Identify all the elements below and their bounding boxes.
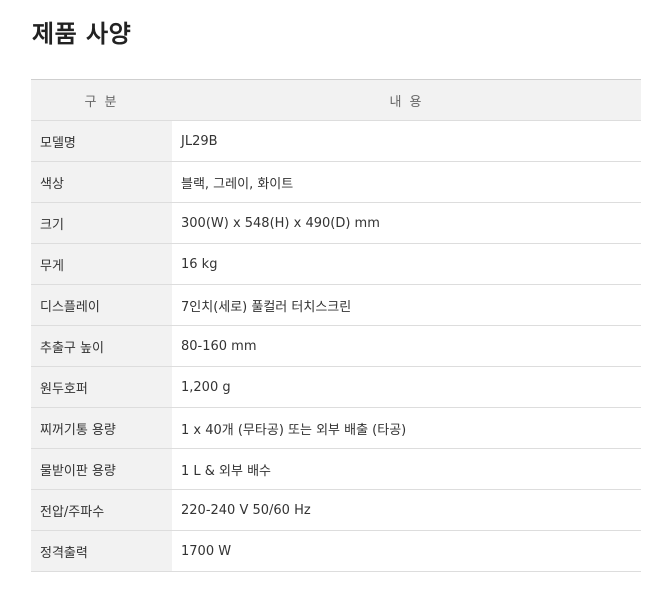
- row-value: 80-160 mm: [172, 325, 641, 367]
- table-row: 추출구 높이 80-160 mm: [31, 325, 641, 367]
- row-value: JL29B: [172, 120, 641, 162]
- table-row: 원두호퍼 1,200 g: [31, 366, 641, 408]
- row-label: 원두호퍼: [31, 366, 172, 408]
- row-value: 220-240 V 50/60 Hz: [172, 489, 641, 531]
- row-label: 색상: [31, 161, 172, 203]
- row-value: 블랙, 그레이, 화이트: [172, 161, 641, 203]
- row-value: 1 x 40개 (무타공) 또는 외부 배출 (타공): [172, 407, 641, 449]
- row-label: 물받이판 용량: [31, 448, 172, 490]
- row-value: 1 L & 외부 배수: [172, 448, 641, 490]
- table-row: 모델명 JL29B: [31, 120, 641, 162]
- row-value: 300(W) x 548(H) x 490(D) mm: [172, 202, 641, 244]
- page-title: 제품 사양: [32, 20, 132, 48]
- row-value: 16 kg: [172, 243, 641, 285]
- row-value: 1,200 g: [172, 366, 641, 408]
- table-row: 찌꺼기통 용량 1 x 40개 (무타공) 또는 외부 배출 (타공): [31, 407, 641, 449]
- table-row: 전압/주파수 220-240 V 50/60 Hz: [31, 489, 641, 531]
- row-label: 무게: [31, 243, 172, 285]
- row-label: 디스플레이: [31, 284, 172, 326]
- table-header-row: 구 분 내 용: [31, 79, 641, 121]
- row-label: 크기: [31, 202, 172, 244]
- row-label: 정격출력: [31, 530, 172, 572]
- row-value: 7인치(세로) 풀컬러 터치스크린: [172, 284, 641, 326]
- row-label: 모델명: [31, 120, 172, 162]
- row-value: 1700 W: [172, 530, 641, 572]
- table-row: 물받이판 용량 1 L & 외부 배수: [31, 448, 641, 490]
- table-row: 무게 16 kg: [31, 243, 641, 285]
- table-row: 디스플레이 7인치(세로) 풀컬러 터치스크린: [31, 284, 641, 326]
- spec-table: 구 분 내 용 모델명 JL29B 색상 블랙, 그레이, 화이트 크기 300…: [31, 79, 641, 572]
- row-label: 추출구 높이: [31, 325, 172, 367]
- table-row: 크기 300(W) x 548(H) x 490(D) mm: [31, 202, 641, 244]
- header-category: 구 분: [31, 79, 172, 121]
- table-row: 색상 블랙, 그레이, 화이트: [31, 161, 641, 203]
- header-content: 내 용: [172, 79, 641, 121]
- row-label: 전압/주파수: [31, 489, 172, 531]
- row-label: 찌꺼기통 용량: [31, 407, 172, 449]
- table-row: 정격출력 1700 W: [31, 530, 641, 572]
